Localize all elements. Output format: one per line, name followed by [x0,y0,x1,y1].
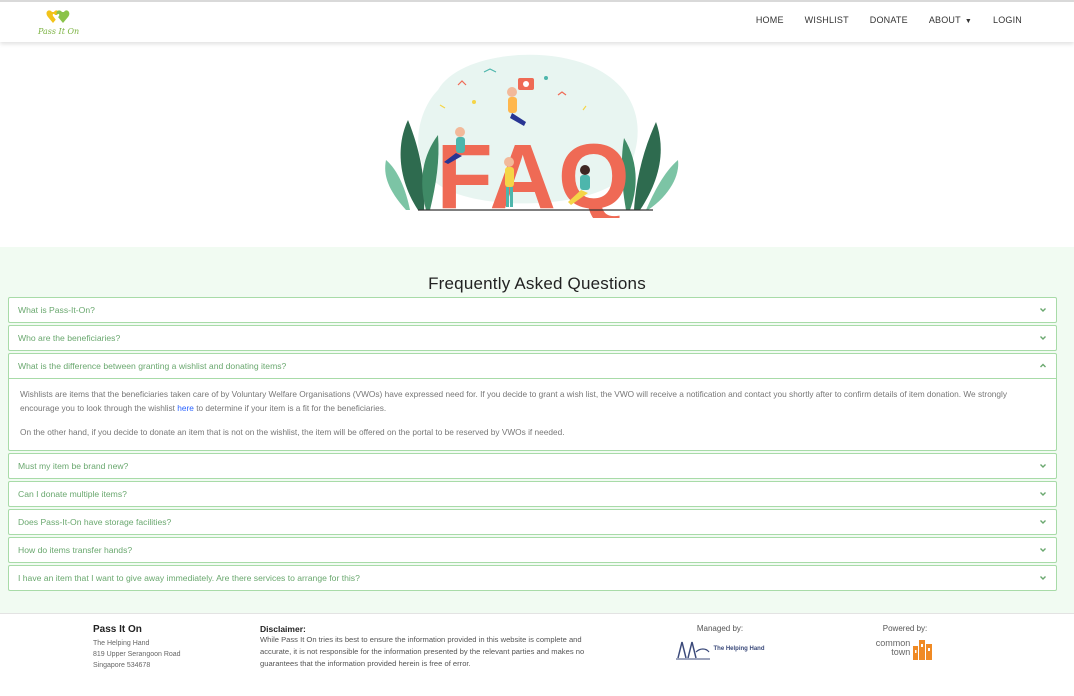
top-navbar: Pass It On HOME WISHLIST DONATE ABOUT ▼ L… [0,0,1074,42]
faq-question-text: Must my item be brand new? [18,460,129,471]
faq-item: What is Pass-It-On? [8,297,1057,323]
nav-login[interactable]: LOGIN [993,15,1022,25]
faq-item: Must my item be brand new? [8,452,1057,479]
faq-item-expanded: What is the difference between granting … [8,353,1057,451]
logo-text: Pass It On [38,27,80,36]
faq-question-toggle[interactable]: What is Pass-It-On? [9,298,1056,322]
faq-hero-illustration: FAQ [385,54,679,218]
commontown-logo-text: common town [876,639,911,657]
chevron-up-icon [1040,363,1046,368]
faq-question-toggle[interactable]: Who are the beneficiaries? [9,326,1056,350]
faq-item: Does Pass-It-On have storage facilities? [8,508,1057,535]
disclaimer-title: Disclaimer: [260,624,306,634]
nav-home[interactable]: HOME [756,15,784,25]
main-nav: HOME WISHLIST DONATE ABOUT ▼ LOGIN [756,15,1022,25]
footer-managed-by: Managed by: The Helping Hand [670,624,770,660]
answer-text: to determine if your item is a fit for t… [193,402,387,413]
faq-item: Can I donate multiple items? [8,480,1057,507]
answer-text: Wishlists are items that the beneficiari… [20,389,1008,413]
faq-question-text: How do items transfer hands? [18,544,133,555]
disclaimer-text: While Pass It On tries its best to ensur… [260,635,585,668]
faq-big-letters: FAQ [436,126,631,218]
faq-title: Frequently Asked Questions [428,274,646,293]
commontown-line2: town [891,647,911,657]
footer-address-line: 819 Upper Serangoon Road [93,651,181,658]
chevron-down-icon [1040,336,1046,340]
site-footer: Pass It On The Helping Hand 819 Upper Se… [0,613,1074,696]
chevron-down-icon [1040,519,1046,524]
nav-about-label: ABOUT [928,15,961,25]
caret-down-icon: ▼ [964,18,972,25]
footer-org-name: Pass It On [93,624,142,635]
faq-item: How do items transfer hands? [8,536,1057,563]
faq-answer-paragraph: Wishlists are items that the beneficiari… [20,388,1046,415]
faq-question-toggle[interactable]: How do items transfer hands? [9,538,1056,562]
helping-hand-logo[interactable]: The Helping Hand [670,638,770,660]
faq-accordion: What is Pass-It-On? Who are the benefici… [8,297,1057,593]
footer-address-line: The Helping Hand [93,640,150,647]
faq-question-toggle[interactable]: Must my item be brand new? [9,454,1056,478]
faq-question-toggle[interactable]: Does Pass-It-On have storage facilities? [9,510,1056,534]
chevron-down-icon [1040,463,1046,468]
helping-hand-logo-text: The Helping Hand [713,646,765,652]
nav-wishlist[interactable]: WISHLIST [805,15,849,25]
faq-question-text: What is the difference between granting … [18,361,287,371]
hearts-logo-icon [46,10,70,23]
faq-question-text: Can I donate multiple items? [18,488,127,499]
powered-by-label: Powered by: [882,624,928,633]
faq-question-text: What is Pass-It-On? [18,305,95,315]
wishlist-here-link[interactable]: here [177,403,194,413]
chevron-down-icon [1040,491,1046,496]
faq-section: Frequently Asked Questions What is Pass-… [0,247,1074,613]
faq-question-text: Who are the beneficiaries? [18,333,121,343]
footer-address-line: Singapore 534678 [93,662,151,669]
nav-donate[interactable]: DONATE [870,15,908,25]
site-logo[interactable]: Pass It On [38,9,90,37]
faq-answer: Wishlists are items that the beneficiari… [9,378,1056,450]
faq-question-toggle[interactable]: I have an item that I want to give away … [9,566,1056,590]
faq-question-toggle[interactable]: What is the difference between granting … [9,354,1056,378]
footer-powered-by: Powered by: common town [862,624,948,660]
faq-question-text: I have an item that I want to give away … [18,572,360,583]
faq-question-text: Does Pass-It-On have storage facilities? [18,516,172,527]
footer-disclaimer: Disclaimer: While Pass It On tries its b… [260,624,605,670]
chevron-down-icon [1040,308,1046,312]
faq-item: Who are the beneficiaries? [8,325,1057,351]
managed-by-label: Managed by: [696,624,744,633]
commontown-logo[interactable]: common town [862,636,948,660]
faq-item: I have an item that I want to give away … [8,564,1057,591]
helping-hand-mark-icon [675,641,710,660]
nav-about[interactable]: ABOUT ▼ [929,15,972,25]
footer-org-info: Pass It On The Helping Hand 819 Upper Se… [93,624,233,671]
faq-question-toggle[interactable]: Can I donate multiple items? [9,482,1056,506]
commontown-buildings-icon [913,640,933,660]
chevron-down-icon [1040,575,1046,580]
faq-answer-paragraph: On the other hand, if you decide to dona… [20,427,565,437]
chevron-down-icon [1040,547,1046,552]
